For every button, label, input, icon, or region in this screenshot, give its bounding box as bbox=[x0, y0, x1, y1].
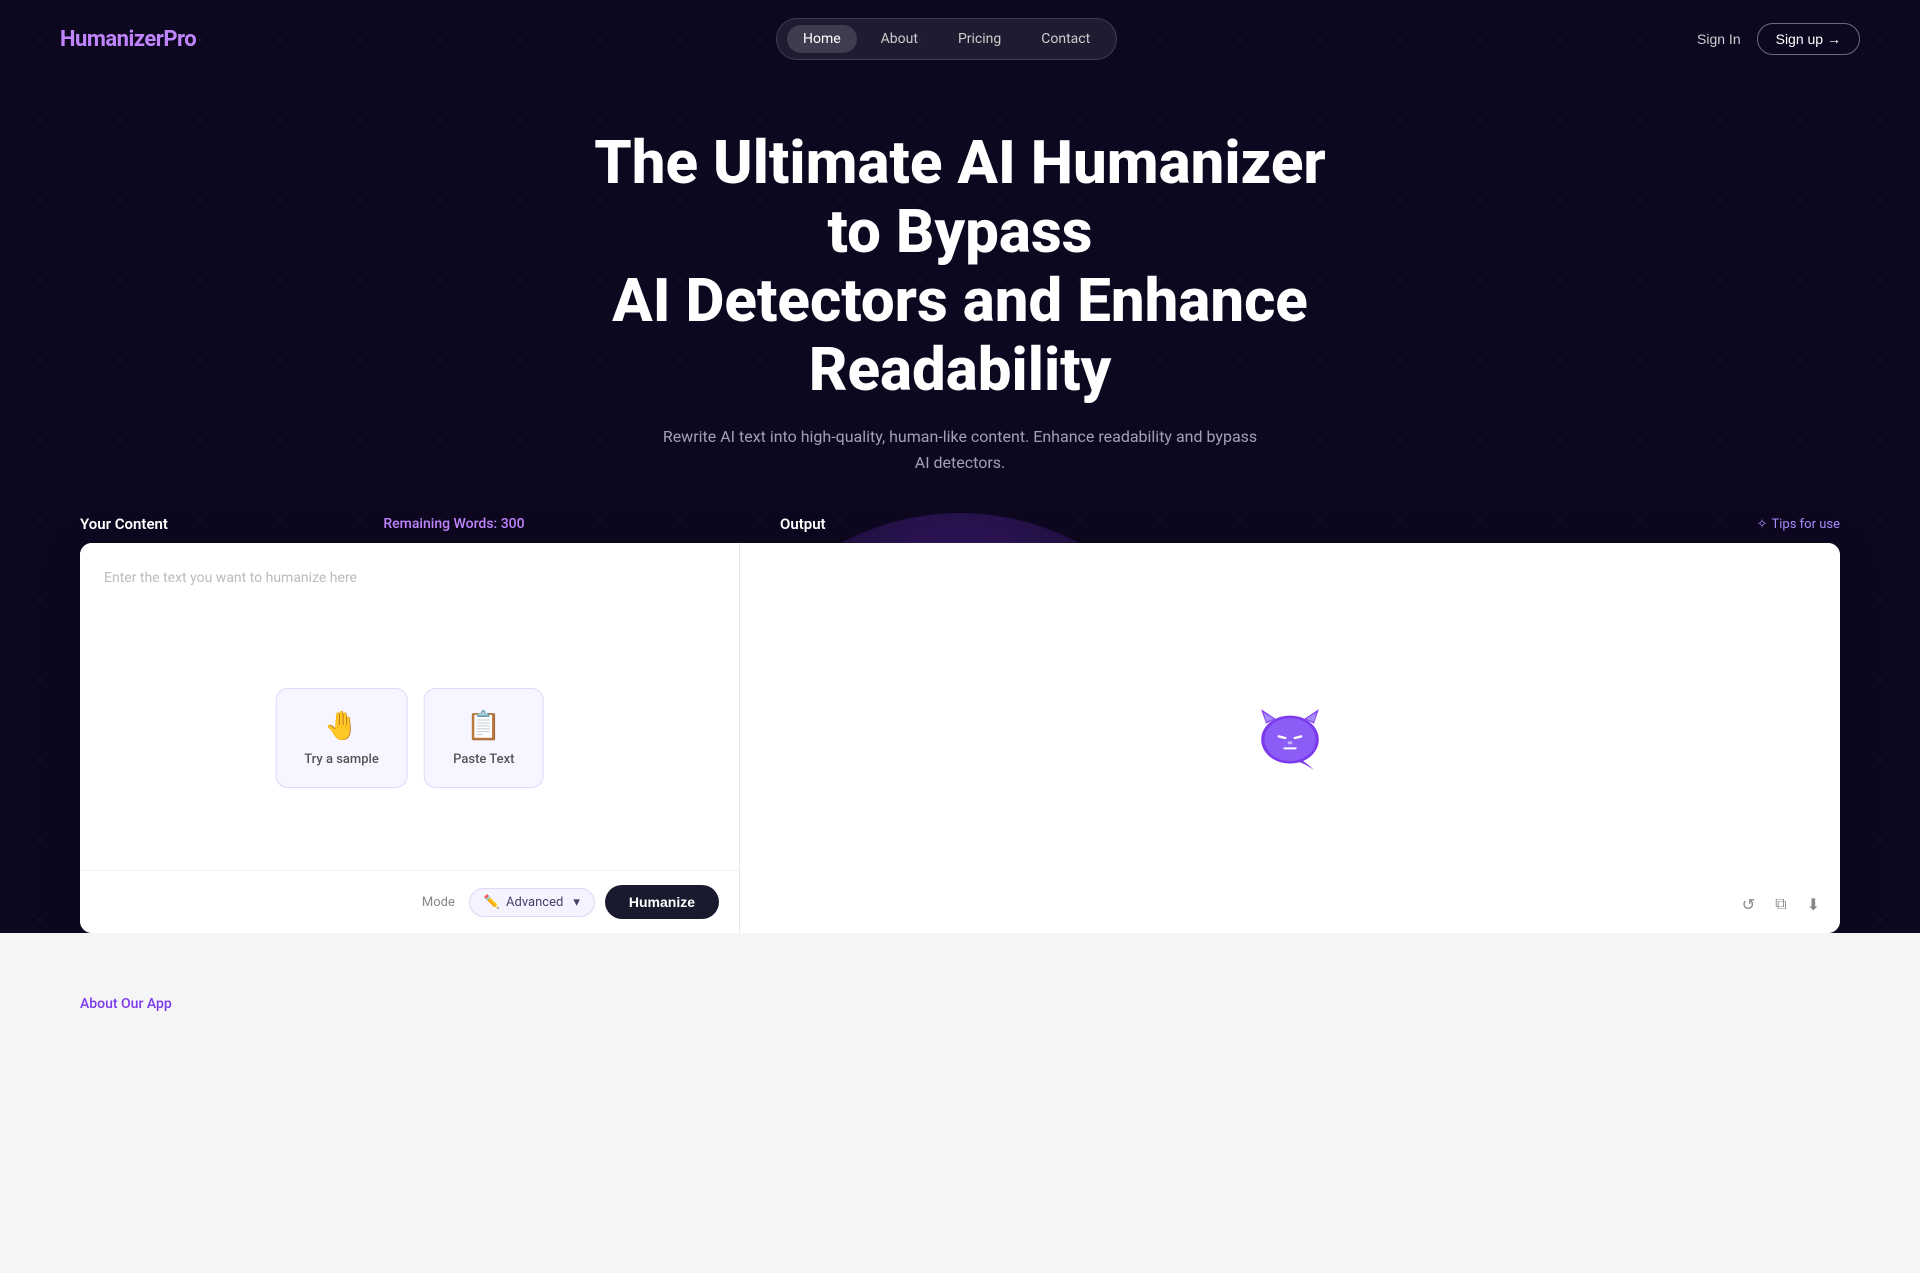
editor-top-row: Your Content Remaining Words: 300 Output… bbox=[80, 515, 1840, 533]
action-buttons-overlay: 🤚 Try a sample 📋 Paste Text bbox=[275, 688, 544, 788]
download-button[interactable]: ⬇ bbox=[1803, 891, 1824, 919]
nav-actions: Sign In Sign up → bbox=[1697, 23, 1860, 55]
nav-home[interactable]: Home bbox=[787, 25, 857, 53]
output-panel: ↺ ⧉ ⬇ bbox=[740, 543, 1840, 933]
mode-select[interactable]: ✏️ Advanced ▾ bbox=[469, 888, 595, 917]
logo: HumanizerPro bbox=[60, 27, 196, 52]
sign-in-button[interactable]: Sign In bbox=[1697, 31, 1741, 47]
hero-section: HumanizerPro Home About Pricing Contact … bbox=[0, 0, 1920, 933]
try-sample-card[interactable]: 🤚 Try a sample bbox=[275, 688, 408, 788]
paste-text-card[interactable]: 📋 Paste Text bbox=[424, 688, 544, 788]
chevron-down-icon: ▾ bbox=[573, 895, 580, 910]
tips-icon: ✧ bbox=[1757, 517, 1768, 532]
tips-label: Tips for use bbox=[1772, 517, 1841, 532]
mode-value: Advanced bbox=[506, 895, 563, 910]
try-sample-label: Try a sample bbox=[304, 752, 379, 767]
hero-content: The Ultimate AI Humanizer to Bypass AI D… bbox=[0, 78, 1920, 475]
hero-title-line1: The Ultimate AI Humanizer to Bypass bbox=[594, 127, 1325, 267]
output-mascot bbox=[1250, 698, 1330, 778]
mode-icon: ✏️ bbox=[484, 895, 500, 910]
output-toolbar: ↺ ⧉ ⬇ bbox=[1738, 891, 1824, 919]
input-panel: 🤚 Try a sample 📋 Paste Text Mode ✏️ Adva… bbox=[80, 543, 740, 933]
input-toolbar: Mode ✏️ Advanced ▾ Humanize bbox=[80, 870, 739, 933]
editor-section: Your Content Remaining Words: 300 Output… bbox=[0, 515, 1920, 933]
bottom-section: About Our App bbox=[0, 933, 1920, 1273]
hero-title-line2: AI Detectors and Enhance Readability bbox=[612, 265, 1308, 405]
nav-about[interactable]: About bbox=[865, 25, 934, 53]
paste-text-icon: 📋 bbox=[466, 709, 501, 742]
nav-links: Home About Pricing Contact bbox=[776, 18, 1117, 60]
output-label: Output bbox=[780, 515, 826, 533]
editor-columns: 🤚 Try a sample 📋 Paste Text Mode ✏️ Adva… bbox=[80, 543, 1840, 933]
navbar: HumanizerPro Home About Pricing Contact … bbox=[0, 0, 1920, 78]
mode-label: Mode bbox=[422, 895, 455, 910]
nav-pricing[interactable]: Pricing bbox=[942, 25, 1017, 53]
input-label: Your Content bbox=[80, 515, 168, 533]
tips-link[interactable]: ✧ Tips for use bbox=[1757, 517, 1840, 532]
copy-button[interactable]: ⧉ bbox=[1771, 892, 1790, 918]
nav-contact[interactable]: Contact bbox=[1025, 25, 1106, 53]
sign-up-button[interactable]: Sign up → bbox=[1757, 23, 1860, 55]
hero-title: The Ultimate AI Humanizer to Bypass AI D… bbox=[580, 128, 1340, 404]
logo-purple: Pro bbox=[163, 27, 196, 52]
humanize-button[interactable]: Humanize bbox=[605, 885, 719, 919]
remaining-words: Remaining Words: 300 bbox=[168, 516, 740, 532]
try-sample-icon: 🤚 bbox=[324, 709, 359, 742]
hero-subtitle: Rewrite AI text into high-quality, human… bbox=[660, 424, 1260, 475]
paste-text-label: Paste Text bbox=[453, 752, 514, 767]
about-link[interactable]: About Our App bbox=[80, 996, 172, 1012]
refresh-button[interactable]: ↺ bbox=[1738, 891, 1759, 919]
logo-white: Humanizer bbox=[60, 27, 163, 52]
